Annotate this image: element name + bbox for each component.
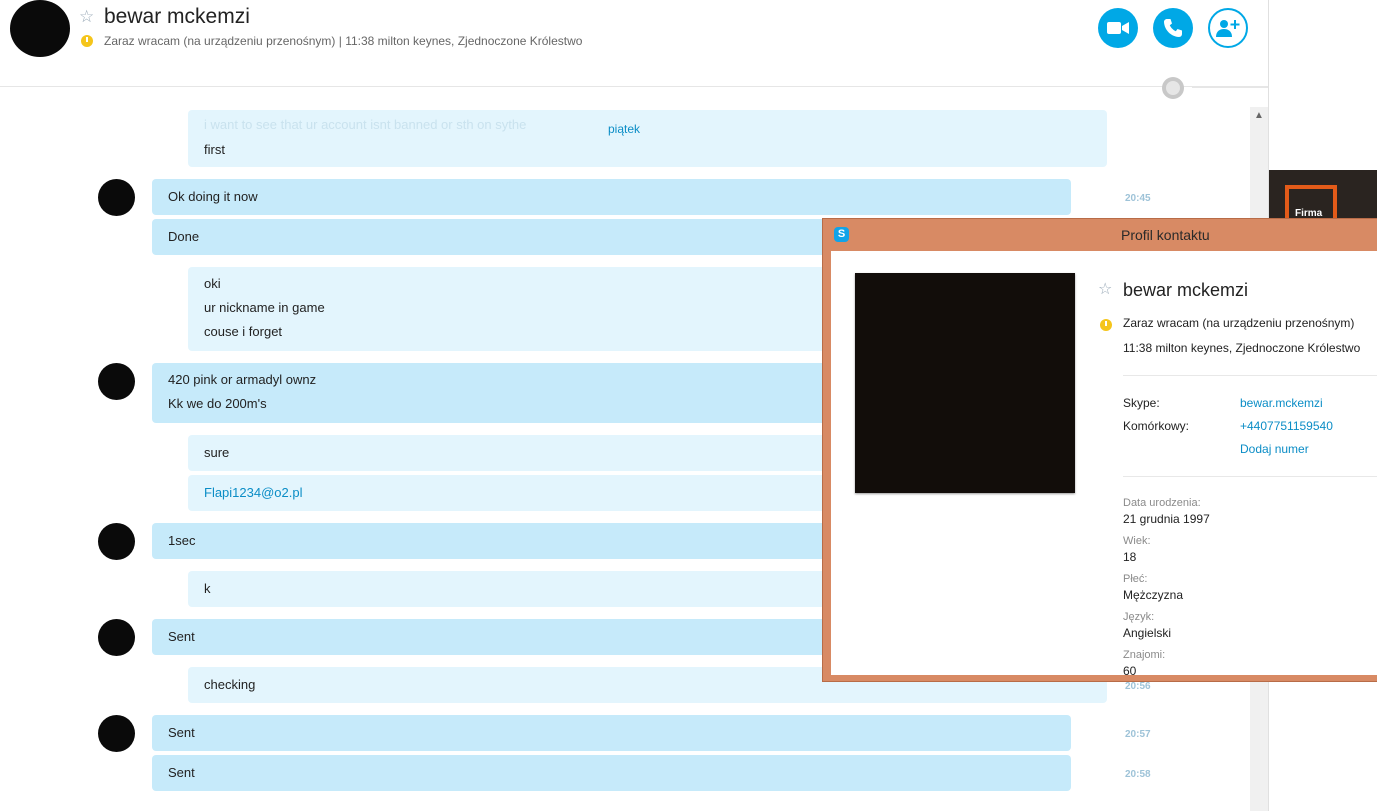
birthdate-value: 21 grudnia 1997 bbox=[1123, 512, 1210, 526]
video-call-button[interactable] bbox=[1098, 8, 1138, 48]
profile-window-title: Profil kontaktu bbox=[1121, 227, 1210, 243]
profile-status: Zaraz wracam (na urządzeniu przenośnym) bbox=[1123, 316, 1355, 330]
profile-content: ☆ bewar mckemzi Zaraz wracam (na urządze… bbox=[831, 251, 1377, 678]
gender-value: Mężczyzna bbox=[1123, 588, 1184, 602]
contact-avatar[interactable] bbox=[10, 0, 70, 57]
age-value: 18 bbox=[1123, 550, 1137, 564]
message-text: first bbox=[204, 142, 225, 157]
message-avatar[interactable] bbox=[98, 715, 135, 752]
skype-label: Skype: bbox=[1123, 396, 1160, 410]
skype-logo-icon: S bbox=[834, 227, 849, 242]
favorite-star-icon[interactable]: ☆ bbox=[1098, 279, 1112, 299]
message-avatar[interactable] bbox=[98, 523, 135, 560]
age-label: Wiek: bbox=[1123, 535, 1151, 547]
message-avatar[interactable] bbox=[98, 363, 135, 400]
add-number-link[interactable]: Dodaj numer bbox=[1240, 442, 1309, 456]
contact-status-line: Zaraz wracam (na urządzeniu przenośnym) … bbox=[104, 34, 583, 48]
message-avatar[interactable] bbox=[98, 619, 135, 656]
gender-label: Płeć: bbox=[1123, 573, 1148, 585]
away-status-icon bbox=[1100, 319, 1112, 331]
globe-icon[interactable] bbox=[1162, 77, 1184, 99]
message-time: 20:45 bbox=[1125, 193, 1151, 204]
favorite-star-icon[interactable]: ☆ bbox=[79, 8, 94, 26]
mobile-number-link[interactable]: +4407751159540 bbox=[1240, 419, 1333, 433]
divider bbox=[1123, 476, 1377, 477]
profile-photo bbox=[855, 273, 1075, 493]
add-person-icon bbox=[1216, 20, 1240, 37]
conversation-header: ☆ bewar mckemzi Zaraz wracam (na urządze… bbox=[0, 0, 1268, 87]
day-separator: piątek bbox=[608, 122, 641, 136]
message-time: 20:58 bbox=[1125, 769, 1151, 780]
message-avatar[interactable] bbox=[98, 179, 135, 216]
faded-message-text: i want to see that ur account isnt banne… bbox=[204, 117, 527, 132]
contact-name[interactable]: bewar mckemzi bbox=[104, 5, 250, 29]
friends-value: 60 bbox=[1123, 664, 1137, 678]
friends-label: Znajomi: bbox=[1123, 649, 1166, 661]
language-value: Angielski bbox=[1123, 626, 1172, 640]
message-time: 20:56 bbox=[1125, 681, 1151, 692]
message-bubble-received[interactable]: Sent bbox=[152, 755, 1071, 791]
message-time: 20:57 bbox=[1125, 729, 1151, 740]
video-camera-icon bbox=[1107, 22, 1129, 34]
voice-call-button[interactable] bbox=[1153, 8, 1193, 48]
birthdate-label: Data urodzenia: bbox=[1123, 497, 1201, 509]
skype-id-link[interactable]: bewar.mckemzi bbox=[1240, 396, 1323, 410]
profile-titlebar[interactable]: S Profil kontaktu bbox=[823, 219, 1377, 251]
message-text: Sent bbox=[168, 765, 195, 780]
profile-name: bewar mckemzi bbox=[1123, 280, 1249, 300]
mobile-label: Komórkowy: bbox=[1123, 419, 1190, 433]
add-contact-button[interactable] bbox=[1208, 8, 1248, 48]
phone-icon bbox=[1164, 19, 1182, 37]
message-text: Sent bbox=[168, 725, 195, 740]
divider bbox=[1123, 375, 1377, 376]
skype-window: ☆ bewar mckemzi Zaraz wracam (na urządze… bbox=[0, 0, 1377, 811]
contact-profile-window[interactable]: S Profil kontaktu ☆ bewar mckemzi Zaraz … bbox=[822, 218, 1377, 682]
header-divider bbox=[1192, 87, 1268, 88]
message-bubble-received[interactable]: Ok doing it now bbox=[152, 179, 1071, 215]
message-bubble-received[interactable]: Sent bbox=[152, 715, 1071, 751]
scroll-up-arrow-icon[interactable]: ▲ bbox=[1250, 107, 1268, 125]
profile-location: 11:38 milton keynes, Zjednoczone Królest… bbox=[1123, 341, 1361, 355]
away-status-icon bbox=[81, 35, 93, 47]
message-text: Ok doing it now bbox=[168, 189, 258, 204]
language-label: Język: bbox=[1123, 611, 1155, 623]
